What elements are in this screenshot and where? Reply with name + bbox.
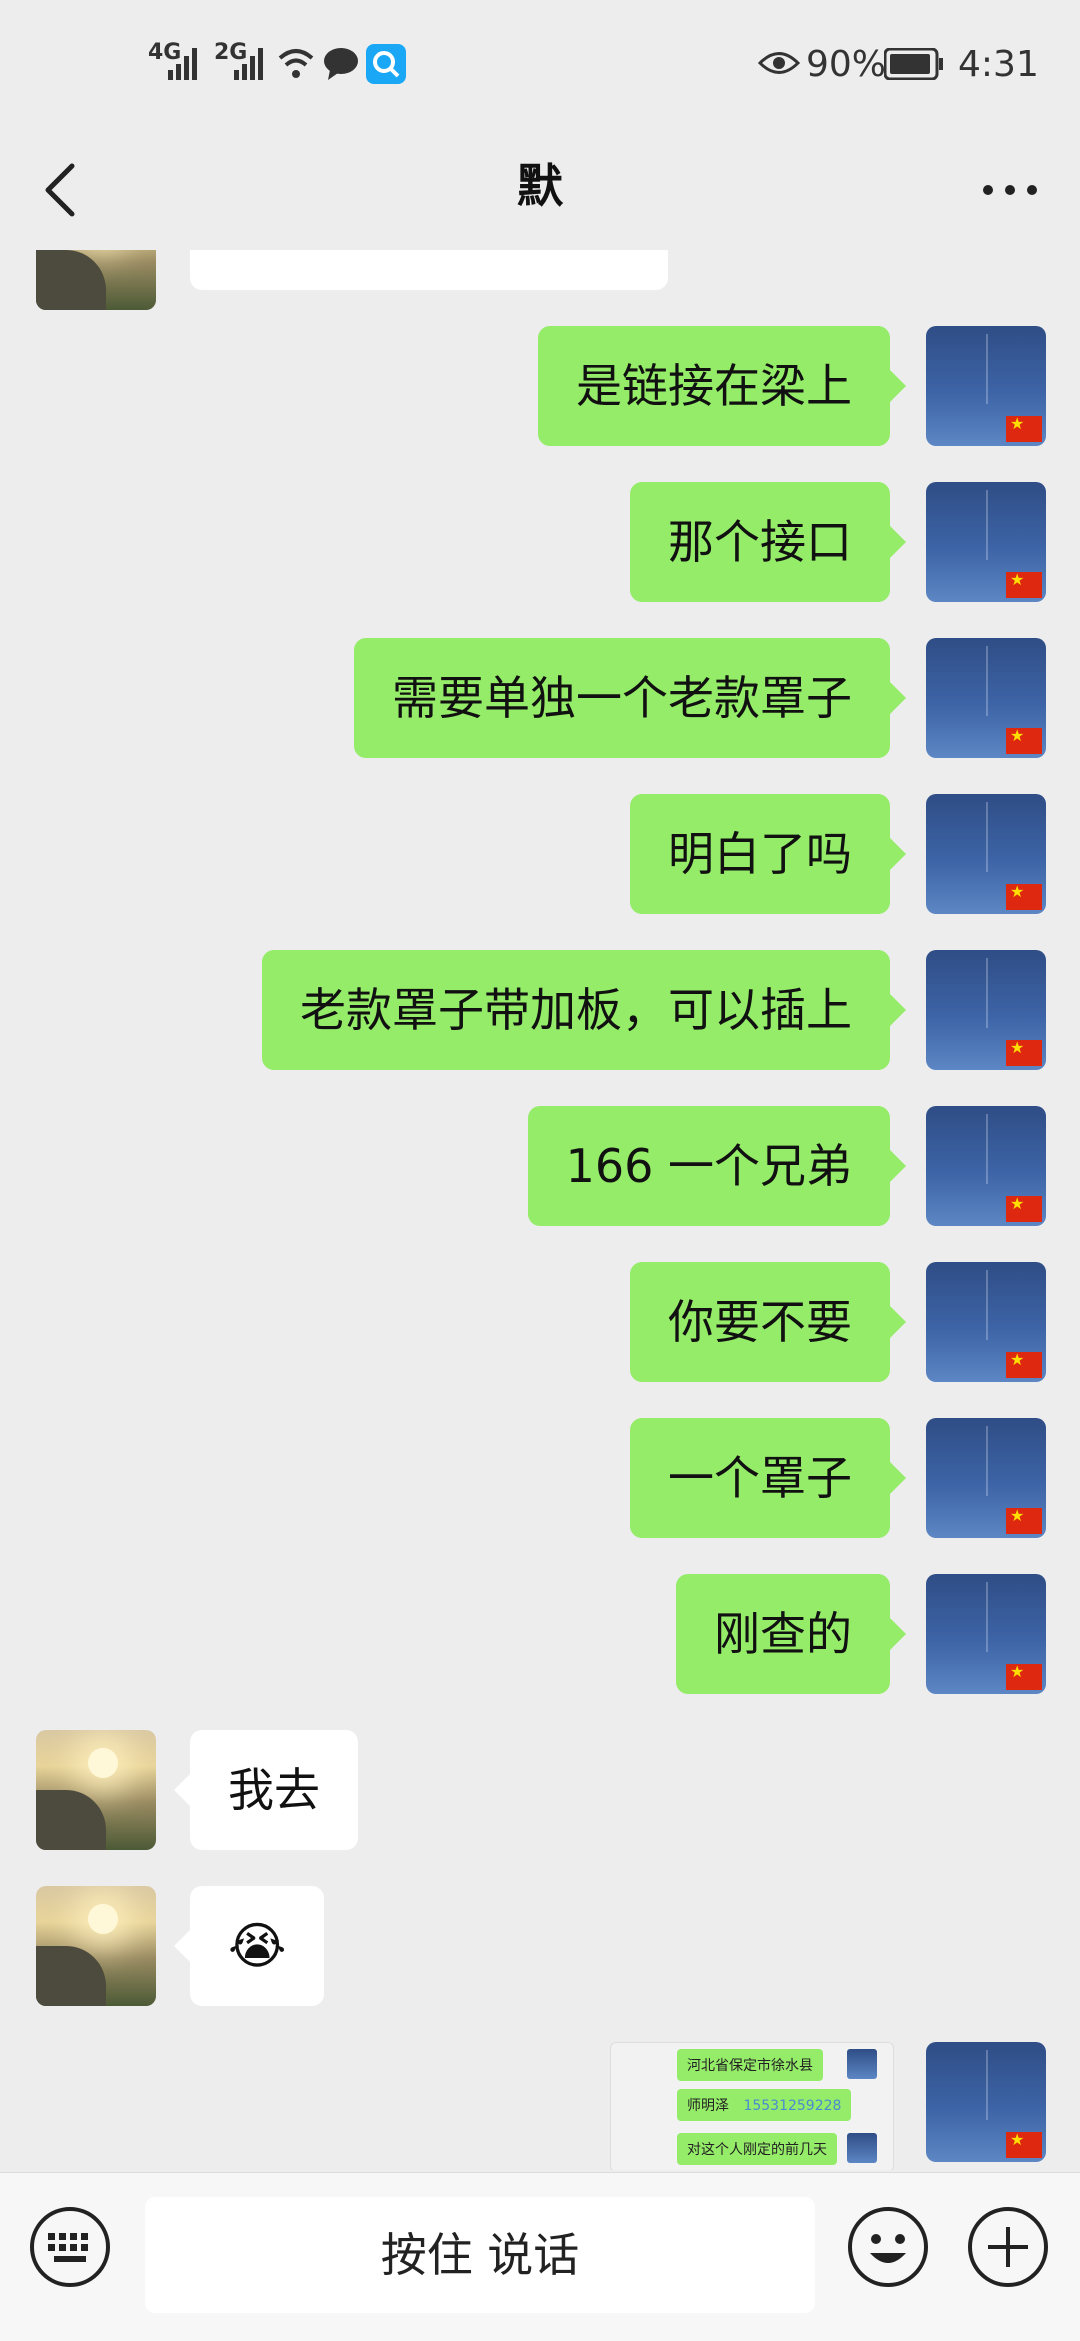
image-text-line: 师明泽 15531259228 xyxy=(677,2089,852,2121)
image-avatar xyxy=(847,2133,877,2163)
contact-avatar[interactable] xyxy=(36,1730,156,1850)
plus-icon[interactable] xyxy=(966,2205,1050,2289)
battery-icon xyxy=(884,48,943,80)
image-text-line: 河北省保定市徐水县 xyxy=(677,2049,823,2081)
image-name: 师明泽 xyxy=(687,2098,729,2114)
message-bubble-self[interactable]: 需要单独一个老款罩子 xyxy=(354,638,906,758)
message-bubble-self[interactable]: 刚查的 xyxy=(676,1574,906,1694)
message-bubble-contact[interactable]: 我去 xyxy=(174,1730,358,1850)
self-avatar[interactable] xyxy=(926,1262,1046,1382)
battery-percent: 90% xyxy=(806,44,887,85)
more-icon[interactable] xyxy=(970,150,1050,230)
emoji-icon[interactable] xyxy=(846,2205,930,2289)
message-bubble-partial[interactable] xyxy=(190,250,668,290)
image-message[interactable]: 河北省保定市徐水县 师明泽 15531259228 对这个人刚定的前几天 xyxy=(610,2042,894,2170)
keyboard-icon[interactable] xyxy=(28,2205,112,2289)
self-avatar[interactable] xyxy=(926,326,1046,446)
input-bar: 按住 说话 xyxy=(0,2172,1080,2341)
contact-avatar[interactable] xyxy=(36,1886,156,2006)
image-text-line: 对这个人刚定的前几天 xyxy=(677,2133,837,2165)
message-bubble-emoji[interactable]: 😭 xyxy=(173,1886,325,2006)
signal-icon xyxy=(168,48,197,80)
message-bubble-self[interactable]: 老款罩子带加板，可以插上 xyxy=(262,950,906,1070)
image-avatar xyxy=(847,2049,877,2079)
message-bubble-self[interactable]: 166 一个兄弟 xyxy=(527,1106,907,1226)
message-bubble-self[interactable]: 是链接在梁上 xyxy=(538,326,906,446)
self-avatar[interactable] xyxy=(926,1106,1046,1226)
wifi-icon xyxy=(278,49,314,78)
message-bubble-self[interactable]: 明白了吗 xyxy=(630,794,906,914)
message-icon xyxy=(324,48,358,80)
self-avatar[interactable] xyxy=(926,638,1046,758)
self-avatar[interactable] xyxy=(926,1574,1046,1694)
self-avatar[interactable] xyxy=(926,950,1046,1070)
hold-to-talk-button[interactable]: 按住 说话 xyxy=(145,2197,815,2313)
signal-icon-2 xyxy=(234,48,263,80)
chat-area[interactable]: 是链接在梁上 那个接口 需要单独一个老款罩子 明白了吗 老款罩子带加板，可以插上… xyxy=(0,250,1080,2170)
message-bubble-self[interactable]: 那个接口 xyxy=(630,482,906,602)
self-avatar[interactable] xyxy=(926,794,1046,914)
eye-icon xyxy=(758,52,800,74)
message-bubble-self[interactable]: 一个罩子 xyxy=(630,1418,906,1538)
self-avatar[interactable] xyxy=(926,482,1046,602)
clock: 4:31 xyxy=(958,44,1039,85)
search-app-icon xyxy=(366,44,406,84)
status-bar: 4G 2G 90% 4:31 xyxy=(0,0,1080,130)
self-avatar[interactable] xyxy=(926,2042,1046,2162)
chat-header: 默 xyxy=(0,130,1080,250)
contact-avatar[interactable] xyxy=(36,250,156,310)
chat-title: 默 xyxy=(517,159,563,213)
image-phone: 15531259228 xyxy=(743,2098,842,2114)
self-avatar[interactable] xyxy=(926,1418,1046,1538)
message-bubble-self[interactable]: 你要不要 xyxy=(630,1262,906,1382)
